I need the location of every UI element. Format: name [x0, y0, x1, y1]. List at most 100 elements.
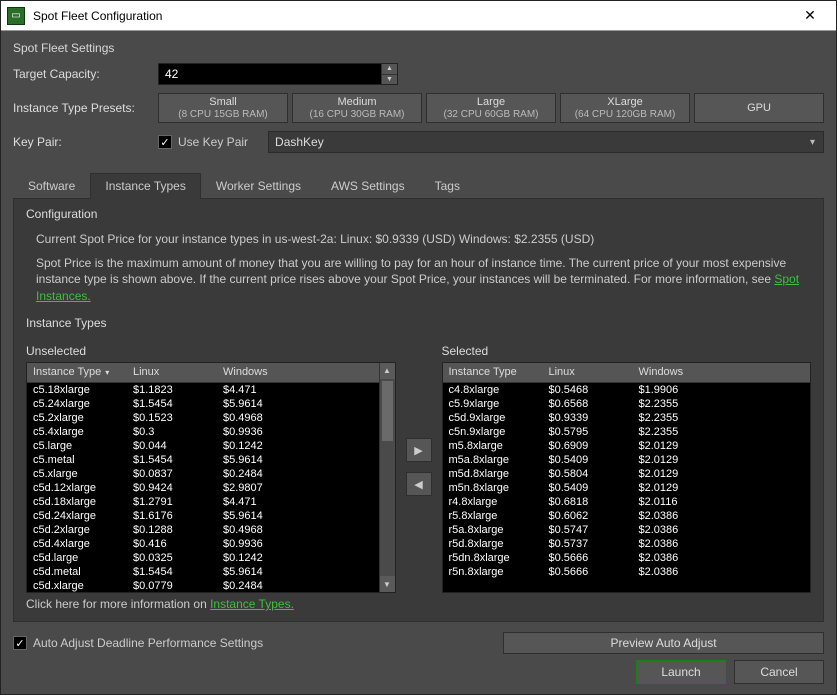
lists-container: Unselected Instance Type▾ Linux Windows …: [26, 342, 811, 593]
col-type-header[interactable]: Instance Type▾: [27, 366, 127, 378]
config-title: Configuration: [26, 207, 811, 221]
use-keypair-wrap: ✓ Use Key Pair: [158, 135, 248, 149]
table-row[interactable]: c5.18xlarge$1.1823$4.471: [27, 383, 379, 397]
settings-header: Spot Fleet Settings: [13, 41, 824, 55]
content: Spot Fleet Settings Target Capacity: ▲ ▼…: [1, 31, 836, 694]
close-button[interactable]: ✕: [790, 1, 830, 31]
table-row[interactable]: r5dn.8xlarge$0.5666$2.0386: [443, 551, 811, 565]
table-row[interactable]: c5.4xlarge$0.3$0.9936: [27, 425, 379, 439]
selected-header: Instance Type Linux Windows: [443, 363, 811, 383]
cancel-button[interactable]: Cancel: [734, 660, 824, 684]
keypair-row: Key Pair: ✓ Use Key Pair DashKey: [13, 131, 824, 153]
titlebar: ▭ Spot Fleet Configuration ✕: [1, 1, 836, 31]
selected-panel: Selected Instance Type Linux Windows c4.…: [442, 342, 812, 593]
tab-instance-types[interactable]: Instance Types: [90, 173, 201, 199]
scroll-up-button[interactable]: ▲: [380, 363, 395, 379]
table-row[interactable]: c5n.9xlarge$0.5795$2.2355: [443, 425, 811, 439]
launch-button[interactable]: Launch: [636, 660, 726, 684]
target-capacity-input[interactable]: [159, 64, 381, 84]
move-left-button[interactable]: ◀: [406, 472, 432, 496]
selected-label: Selected: [442, 344, 812, 358]
col-linux-header[interactable]: Linux: [127, 366, 217, 378]
table-row[interactable]: c5d.9xlarge$0.9339$2.2355: [443, 411, 811, 425]
app-icon: ▭: [7, 7, 25, 25]
auto-adjust-label: Auto Adjust Deadline Performance Setting…: [33, 636, 263, 650]
unselected-rows: c5.18xlarge$1.1823$4.471c5.24xlarge$1.54…: [27, 383, 379, 592]
table-row[interactable]: c5.2xlarge$0.1523$0.4968: [27, 411, 379, 425]
use-keypair-checkbox[interactable]: ✓: [158, 135, 172, 149]
target-capacity-input-wrap: ▲ ▼: [158, 63, 398, 85]
preset-button-large[interactable]: Large(32 CPU 60GB RAM): [426, 93, 556, 123]
auto-adjust-checkbox[interactable]: ✓: [13, 636, 27, 650]
table-row[interactable]: r5d.8xlarge$0.5737$2.0386: [443, 537, 811, 551]
table-row[interactable]: c5d.metal$1.5454$5.9614: [27, 565, 379, 579]
col-linux-header-2[interactable]: Linux: [543, 366, 633, 378]
table-row[interactable]: c5d.24xlarge$1.6176$5.9614: [27, 509, 379, 523]
preview-auto-adjust-button[interactable]: Preview Auto Adjust: [503, 632, 824, 654]
spin-up-button[interactable]: ▲: [381, 64, 397, 75]
preset-button-small[interactable]: Small(8 CPU 15GB RAM): [158, 93, 288, 123]
table-row[interactable]: c5d.18xlarge$1.2791$4.471: [27, 495, 379, 509]
preset-buttons: Small(8 CPU 15GB RAM)Medium(16 CPU 30GB …: [158, 93, 824, 123]
scroll-down-button[interactable]: ▼: [380, 576, 395, 592]
col-windows-header[interactable]: Windows: [217, 366, 379, 378]
table-row[interactable]: c5d.2xlarge$0.1288$0.4968: [27, 523, 379, 537]
presets-row: Instance Type Presets: Small(8 CPU 15GB …: [13, 93, 824, 123]
table-row[interactable]: c5.24xlarge$1.5454$5.9614: [27, 397, 379, 411]
spin-down-button[interactable]: ▼: [381, 75, 397, 85]
keypair-select[interactable]: DashKey: [268, 131, 824, 153]
move-right-button[interactable]: ▶: [406, 438, 432, 462]
table-row[interactable]: r4.8xlarge$0.6818$2.0116: [443, 495, 811, 509]
selected-rows: c4.8xlarge$0.5468$1.9906c5.9xlarge$0.656…: [443, 383, 811, 592]
table-row[interactable]: c5d.large$0.0325$0.1242: [27, 551, 379, 565]
sort-indicator-icon: ▾: [105, 368, 109, 377]
instance-types-link[interactable]: Instance Types.: [210, 597, 294, 611]
tab-body: Configuration Current Spot Price for you…: [13, 199, 824, 622]
preset-button-gpu[interactable]: GPU: [694, 93, 824, 123]
table-row[interactable]: r5.8xlarge$0.6062$2.0386: [443, 509, 811, 523]
tab-worker-settings[interactable]: Worker Settings: [201, 173, 316, 198]
scroll-thumb[interactable]: [382, 381, 393, 441]
table-row[interactable]: m5n.8xlarge$0.5409$2.0129: [443, 481, 811, 495]
table-row[interactable]: c4.8xlarge$0.5468$1.9906: [443, 383, 811, 397]
tabs: SoftwareInstance TypesWorker SettingsAWS…: [13, 173, 824, 199]
tab-aws-settings[interactable]: AWS Settings: [316, 173, 420, 198]
table-row[interactable]: r5n.8xlarge$0.5666$2.0386: [443, 565, 811, 579]
bottom-row: ✓ Auto Adjust Deadline Performance Setti…: [13, 632, 824, 654]
spot-explain: Spot Price is the maximum amount of mone…: [36, 255, 811, 304]
col-type-header-2[interactable]: Instance Type: [443, 366, 543, 378]
table-row[interactable]: c5d.4xlarge$0.416$0.9936: [27, 537, 379, 551]
unselected-header: Instance Type▾ Linux Windows: [27, 363, 379, 383]
spot-explain-text: Spot Price is the maximum amount of mone…: [36, 256, 786, 286]
preset-button-xlarge[interactable]: XLarge(64 CPU 120GB RAM): [560, 93, 690, 123]
table-row[interactable]: m5a.8xlarge$0.5409$2.0129: [443, 453, 811, 467]
target-capacity-row: Target Capacity: ▲ ▼: [13, 63, 824, 85]
table-row[interactable]: c5d.12xlarge$0.9424$2.9807: [27, 481, 379, 495]
unselected-scrollbar[interactable]: ▲ ▼: [379, 363, 395, 592]
transfer-buttons: ▶ ◀: [404, 342, 434, 593]
keypair-label: Key Pair:: [13, 135, 158, 149]
table-row[interactable]: c5.metal$1.5454$5.9614: [27, 453, 379, 467]
tab-tags[interactable]: Tags: [420, 173, 475, 198]
table-row[interactable]: c5.large$0.044$0.1242: [27, 439, 379, 453]
instance-types-title: Instance Types: [26, 316, 811, 330]
table-row[interactable]: c5d.xlarge$0.0779$0.2484: [27, 579, 379, 592]
table-row[interactable]: r5a.8xlarge$0.5747$2.0386: [443, 523, 811, 537]
unselected-listbox[interactable]: Instance Type▾ Linux Windows c5.18xlarge…: [26, 362, 396, 593]
unselected-panel: Unselected Instance Type▾ Linux Windows …: [26, 342, 396, 593]
table-row[interactable]: c5.xlarge$0.0837$0.2484: [27, 467, 379, 481]
table-row[interactable]: c5.9xlarge$0.6568$2.2355: [443, 397, 811, 411]
keypair-value: DashKey: [275, 135, 324, 149]
footer: Launch Cancel: [13, 654, 824, 686]
selected-listbox[interactable]: Instance Type Linux Windows c4.8xlarge$0…: [442, 362, 812, 593]
use-keypair-label: Use Key Pair: [178, 135, 248, 149]
presets-label: Instance Type Presets:: [13, 101, 158, 115]
window-title: Spot Fleet Configuration: [33, 9, 790, 23]
col-windows-header-2[interactable]: Windows: [633, 366, 811, 378]
table-row[interactable]: m5.8xlarge$0.6909$2.0129: [443, 439, 811, 453]
preset-button-medium[interactable]: Medium(16 CPU 30GB RAM): [292, 93, 422, 123]
unselected-label: Unselected: [26, 344, 396, 358]
target-capacity-label: Target Capacity:: [13, 67, 158, 81]
tab-software[interactable]: Software: [13, 173, 90, 198]
table-row[interactable]: m5d.8xlarge$0.5804$2.0129: [443, 467, 811, 481]
